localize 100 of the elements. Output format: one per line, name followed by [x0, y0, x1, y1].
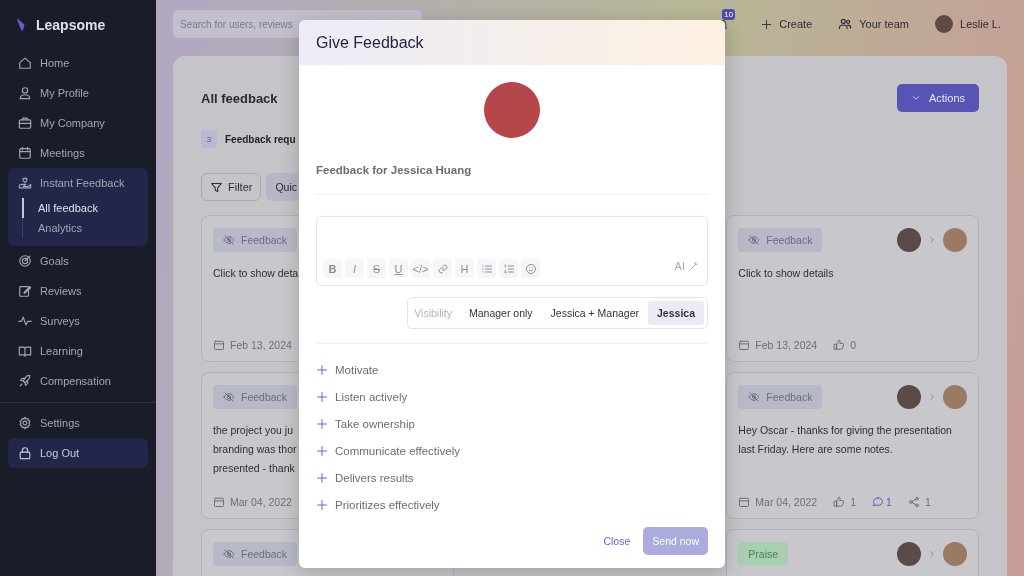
eye-off-icon — [223, 391, 235, 403]
competency-item[interactable]: Listen actively — [316, 383, 708, 410]
nav-item[interactable]: Settings — [8, 408, 148, 438]
competency-item[interactable]: Communicate effectively — [316, 437, 708, 464]
visibility-option[interactable]: Jessica — [648, 301, 704, 325]
eye-off-icon — [748, 391, 761, 403]
rocket-icon — [18, 374, 32, 388]
team-button[interactable]: Your team — [832, 17, 915, 31]
nav-item[interactable]: Log Out — [8, 438, 148, 468]
comment-count: 1 — [886, 496, 892, 508]
count-badge: 3 — [201, 130, 217, 148]
feedback-card[interactable]: Feedback Hey Oscar - thanks for giving the presentation last Friday. Here are some notes. Mar 04, 2022 1 1 1 — [726, 372, 979, 519]
photo-placeholder — [484, 82, 540, 138]
nav-item[interactable]: Reviews — [8, 276, 148, 306]
book-icon — [18, 344, 32, 358]
eye-off-icon — [748, 234, 761, 246]
like-count: 0 — [850, 339, 857, 351]
actions-button[interactable]: Actions — [896, 84, 979, 112]
type-tag: Feedback — [213, 542, 298, 566]
date: Mar 04, 2022 — [230, 496, 292, 508]
type-tag: Praise — [738, 542, 789, 566]
share-count: 1 — [924, 496, 931, 508]
feedback-text: Click to show deta — [213, 266, 299, 281]
nav-subitem[interactable]: All feedback — [22, 198, 148, 218]
avatar — [943, 228, 967, 252]
feedback-text: the project you ju branding was thor presented - thank — [213, 423, 297, 476]
avatar — [943, 385, 967, 409]
date: Feb 13, 2024 — [230, 339, 292, 351]
chevron-right-icon — [927, 392, 937, 402]
settings-icon — [18, 416, 32, 430]
calendar-icon — [738, 496, 751, 508]
nav-item[interactable]: Meetings — [8, 138, 148, 168]
quick-filter-button[interactable]: Quic — [266, 173, 299, 201]
thumbs-up-icon — [833, 496, 846, 508]
avatar — [935, 15, 953, 33]
competency-item[interactable]: Prioritizes effectively — [316, 491, 708, 518]
nav-subitem[interactable]: Analytics — [23, 218, 148, 238]
plus-icon — [316, 417, 328, 430]
calendar-icon — [738, 339, 751, 351]
avatar — [897, 385, 921, 409]
nav-item[interactable]: Instant Feedback — [8, 168, 148, 198]
link-icon — [436, 262, 449, 275]
notification-badge: 10 — [722, 8, 736, 20]
briefcase-icon — [18, 116, 32, 130]
close-button[interactable]: Close — [603, 531, 631, 551]
nav-item[interactable]: My Profile — [8, 78, 148, 108]
page-title: All feedback — [201, 90, 278, 106]
bullet-list-button[interactable] — [477, 259, 496, 278]
numbered-list-button[interactable] — [499, 259, 518, 278]
user-menu[interactable]: Leslie L. — [929, 15, 1007, 33]
pulse-icon — [18, 314, 32, 328]
lock-icon — [18, 446, 32, 460]
type-tag: Feedback — [213, 228, 298, 252]
emoji-button[interactable] — [521, 259, 540, 278]
chevron-right-icon — [927, 235, 937, 245]
nav-item[interactable]: Goals — [8, 246, 148, 276]
chevron-down-icon — [910, 93, 921, 103]
nav-item[interactable]: Compensation — [8, 366, 148, 396]
competency-item[interactable]: Take ownership — [316, 410, 708, 437]
thumbs-up-icon — [833, 339, 846, 351]
date: Mar 04, 2022 — [755, 496, 818, 508]
like-count: 1 — [850, 496, 857, 508]
recipient-label: Feedback for Jessica Huang — [316, 164, 708, 195]
nav-item[interactable]: Surveys — [8, 306, 148, 336]
plus-icon — [761, 18, 773, 30]
plus-icon — [316, 363, 328, 376]
type-tag: Feedback — [738, 228, 823, 252]
smiley-icon — [524, 262, 537, 275]
feedback-text: Click to show details — [738, 266, 834, 281]
type-tag: Feedback — [213, 385, 298, 409]
type-tag: Feedback — [738, 385, 823, 409]
target-icon — [18, 254, 32, 268]
calendar-icon — [213, 496, 225, 508]
avatar — [897, 542, 921, 566]
filter-button[interactable]: Filter — [201, 173, 262, 201]
share-icon — [907, 496, 920, 508]
visibility-option[interactable]: Manager only — [460, 301, 542, 325]
feedback-text: Hey Oscar - thanks for giving the presentation last Friday. Here are some notes. — [738, 423, 952, 457]
comment-icon — [872, 496, 885, 508]
date: Feb 13, 2024 — [755, 339, 818, 351]
requests-link[interactable]: Feedback requ — [225, 133, 296, 145]
competency-item[interactable]: Motivate — [316, 356, 708, 383]
funnel-icon — [210, 180, 223, 194]
bullet-list-icon — [480, 262, 493, 275]
competency-item[interactable]: Delivers results — [316, 464, 708, 491]
magic-wand-icon — [688, 260, 699, 272]
nav-item[interactable]: Learning — [8, 336, 148, 366]
link-button[interactable] — [433, 259, 452, 278]
avatar — [897, 228, 921, 252]
visibility-label: Visibility — [413, 307, 453, 319]
calendar-icon — [213, 339, 225, 351]
nav-item[interactable]: Home — [8, 48, 148, 78]
feedback-card[interactable]: Feedback Click to show details Feb 13, 2024 0 — [726, 215, 979, 362]
visibility-option[interactable]: Jessica + Manager — [541, 301, 649, 325]
edit-icon — [18, 284, 32, 298]
plus-icon — [316, 390, 328, 403]
create-button[interactable]: Create — [755, 18, 819, 30]
chevron-right-icon — [927, 549, 937, 559]
nav-item[interactable]: My Company — [8, 108, 148, 138]
calendar-icon — [18, 146, 32, 160]
